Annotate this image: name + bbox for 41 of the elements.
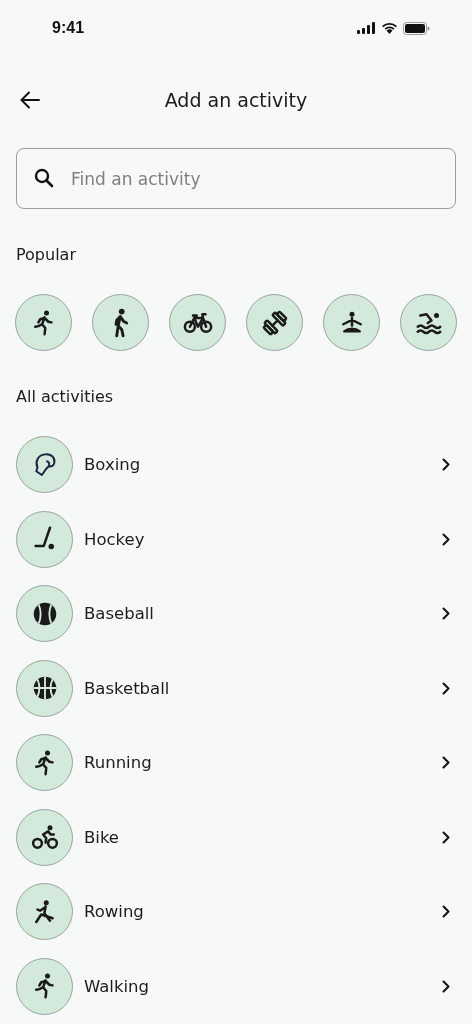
chevron-right-icon — [442, 830, 450, 844]
activity-label: Bike — [84, 827, 121, 847]
activity-label: Boxing — [84, 455, 142, 474]
activity-label: Walking — [84, 976, 151, 996]
search-icon — [34, 168, 54, 188]
activity-row[interactable]: Running — [16, 734, 450, 791]
activity-row[interactable]: Rowing — [16, 883, 450, 940]
section-heading: All activities — [15, 387, 115, 406]
status-time: 9:41 — [52, 19, 85, 37]
section-heading: Popular — [15, 245, 77, 264]
activity-label: Rowing — [84, 902, 145, 921]
activity-button[interactable] — [15, 294, 72, 351]
chevron-right-icon — [442, 979, 450, 993]
activity-label: Basketball — [84, 678, 171, 698]
signal-icon — [357, 22, 376, 34]
activity-row[interactable]: Basketball — [16, 659, 450, 717]
battery-icon — [403, 21, 430, 35]
cyclist-icon — [29, 822, 60, 852]
chevron-right-icon — [442, 607, 450, 620]
activity-row[interactable]: Boxing — [16, 436, 450, 493]
activity-label: Running — [84, 753, 153, 772]
activity-button[interactable] — [323, 294, 380, 351]
chevron-right-icon — [442, 681, 450, 695]
activity-row[interactable]: Walking — [16, 957, 450, 1015]
chevron-right-icon — [442, 756, 450, 769]
activity-label: Hockey — [84, 529, 146, 549]
chevron-right-icon — [442, 532, 450, 546]
chevron-right-icon — [442, 458, 450, 471]
activity-button[interactable] — [92, 294, 149, 351]
activity-row[interactable]: Bike — [16, 808, 450, 866]
page-title: Add an activity — [163, 89, 309, 111]
activity-row[interactable]: Baseball — [16, 585, 450, 642]
activity-button[interactable] — [246, 294, 303, 351]
activity-button[interactable] — [169, 294, 226, 351]
activity-label: Baseball — [84, 604, 155, 623]
activity-row[interactable]: Hockey — [16, 510, 450, 568]
activity-button[interactable] — [400, 294, 457, 351]
chevron-right-icon — [442, 905, 450, 918]
wifi-icon — [381, 22, 398, 34]
search-field[interactable]: Find an activity — [16, 148, 456, 209]
walking-icon — [112, 307, 129, 338]
